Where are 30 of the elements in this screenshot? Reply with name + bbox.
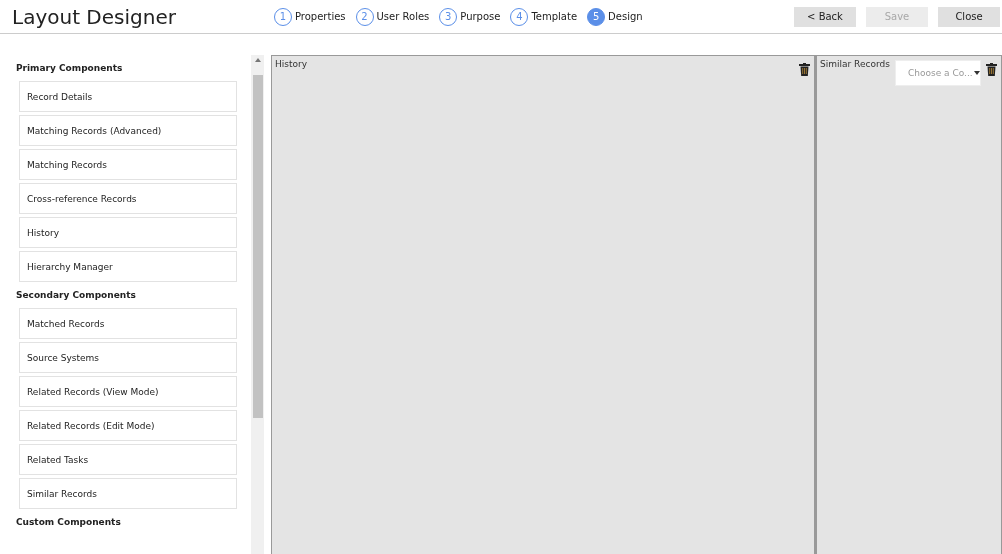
caret-icon[interactable]	[973, 71, 980, 75]
app-title: Layout Designer	[12, 4, 177, 29]
wizard-step[interactable]: 1 Properties	[274, 7, 346, 26]
wizard-step[interactable]: 2 User Roles	[355, 7, 430, 26]
trash-icon[interactable]	[986, 63, 997, 76]
panel-title: History	[275, 59, 308, 69]
component-item[interactable]: Similar Records	[19, 478, 237, 509]
wizard-step[interactable]: 3 Purpose	[439, 7, 501, 26]
panel-title: Similar Records	[820, 59, 890, 69]
toolbar-button[interactable]: Close	[938, 6, 1000, 27]
component-item[interactable]: Matched Records	[19, 308, 237, 339]
group-heading: Secondary Components	[16, 290, 137, 300]
component-item[interactable]: Record Details	[19, 81, 237, 112]
component-item[interactable]: Cross-reference Records	[19, 183, 237, 214]
component-item[interactable]: Related Tasks	[19, 444, 237, 475]
component-item[interactable]: Matching Records (Advanced)	[19, 115, 237, 146]
scrollbar[interactable]	[251, 55, 264, 554]
component-item[interactable]: Source Systems	[19, 342, 237, 373]
component-item[interactable]: Matching Records	[19, 149, 237, 180]
component-item[interactable]: Hierarchy Manager	[19, 251, 237, 282]
component-item[interactable]: History	[19, 217, 237, 248]
scroll-up-icon[interactable]	[254, 58, 261, 62]
group-heading: Custom Components	[16, 517, 122, 527]
component-item[interactable]: Related Records (Edit Mode)	[19, 410, 237, 441]
wizard-step[interactable]: 4 Template	[510, 7, 578, 26]
trash-icon[interactable]	[799, 63, 810, 76]
toolbar-button[interactable]: < Back	[794, 6, 856, 27]
wizard-step[interactable]: 5 Design	[587, 7, 643, 26]
group-heading: Primary Components	[16, 63, 124, 73]
component-item[interactable]: Related Records (View Mode)	[19, 376, 237, 407]
